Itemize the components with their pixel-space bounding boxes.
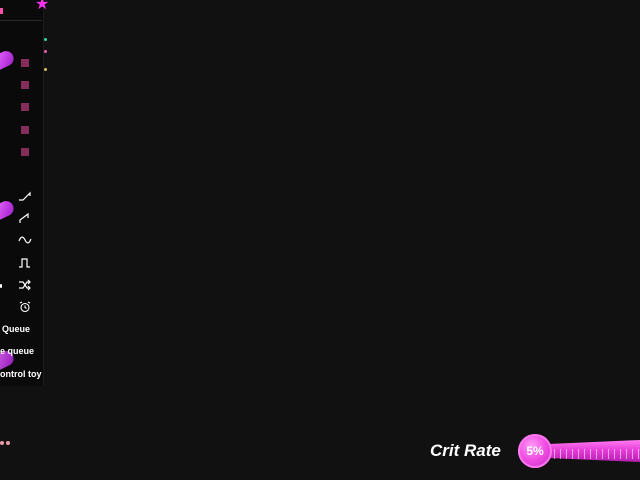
page-dot[interactable] xyxy=(6,441,10,445)
shuffle-icon[interactable] xyxy=(18,279,32,291)
crit-rate-value: 5% xyxy=(526,444,544,458)
toy-icon[interactable] xyxy=(0,48,17,73)
game-screen: Queue e queue ontrol toy ★ Crit Rate 5% xyxy=(0,0,640,480)
crit-rate-bar-ticks xyxy=(548,449,640,459)
status-dot-yellow xyxy=(44,68,47,71)
menu-icon[interactable] xyxy=(19,57,31,69)
clear-queue-button[interactable]: e queue xyxy=(0,346,34,357)
pulse-icon[interactable] xyxy=(18,257,32,269)
status-dot-green xyxy=(44,38,47,41)
toy-icon[interactable] xyxy=(0,198,17,223)
menu-icon[interactable] xyxy=(19,124,31,136)
menu-icon[interactable] xyxy=(19,79,31,91)
ramp-steep-icon[interactable] xyxy=(18,212,32,224)
status-dot-pink xyxy=(44,50,47,53)
alarm-icon[interactable] xyxy=(18,301,32,313)
crit-rate-label: Crit Rate xyxy=(430,441,501,460)
scroll-marker xyxy=(0,284,2,288)
star-icon[interactable]: ★ xyxy=(35,0,51,13)
page-dot[interactable] xyxy=(0,441,4,445)
panel-divider xyxy=(0,20,42,21)
left-control-panel: Queue e queue ontrol toy xyxy=(0,0,47,386)
control-toy-button[interactable]: ontrol toy xyxy=(0,369,42,380)
menu-icon[interactable] xyxy=(19,146,31,158)
menu-icon[interactable] xyxy=(19,101,31,113)
panel-indicator xyxy=(0,8,3,14)
wave-icon[interactable] xyxy=(18,234,32,246)
queue-label[interactable]: Queue xyxy=(2,324,30,335)
ramp-up-icon[interactable] xyxy=(18,190,32,202)
